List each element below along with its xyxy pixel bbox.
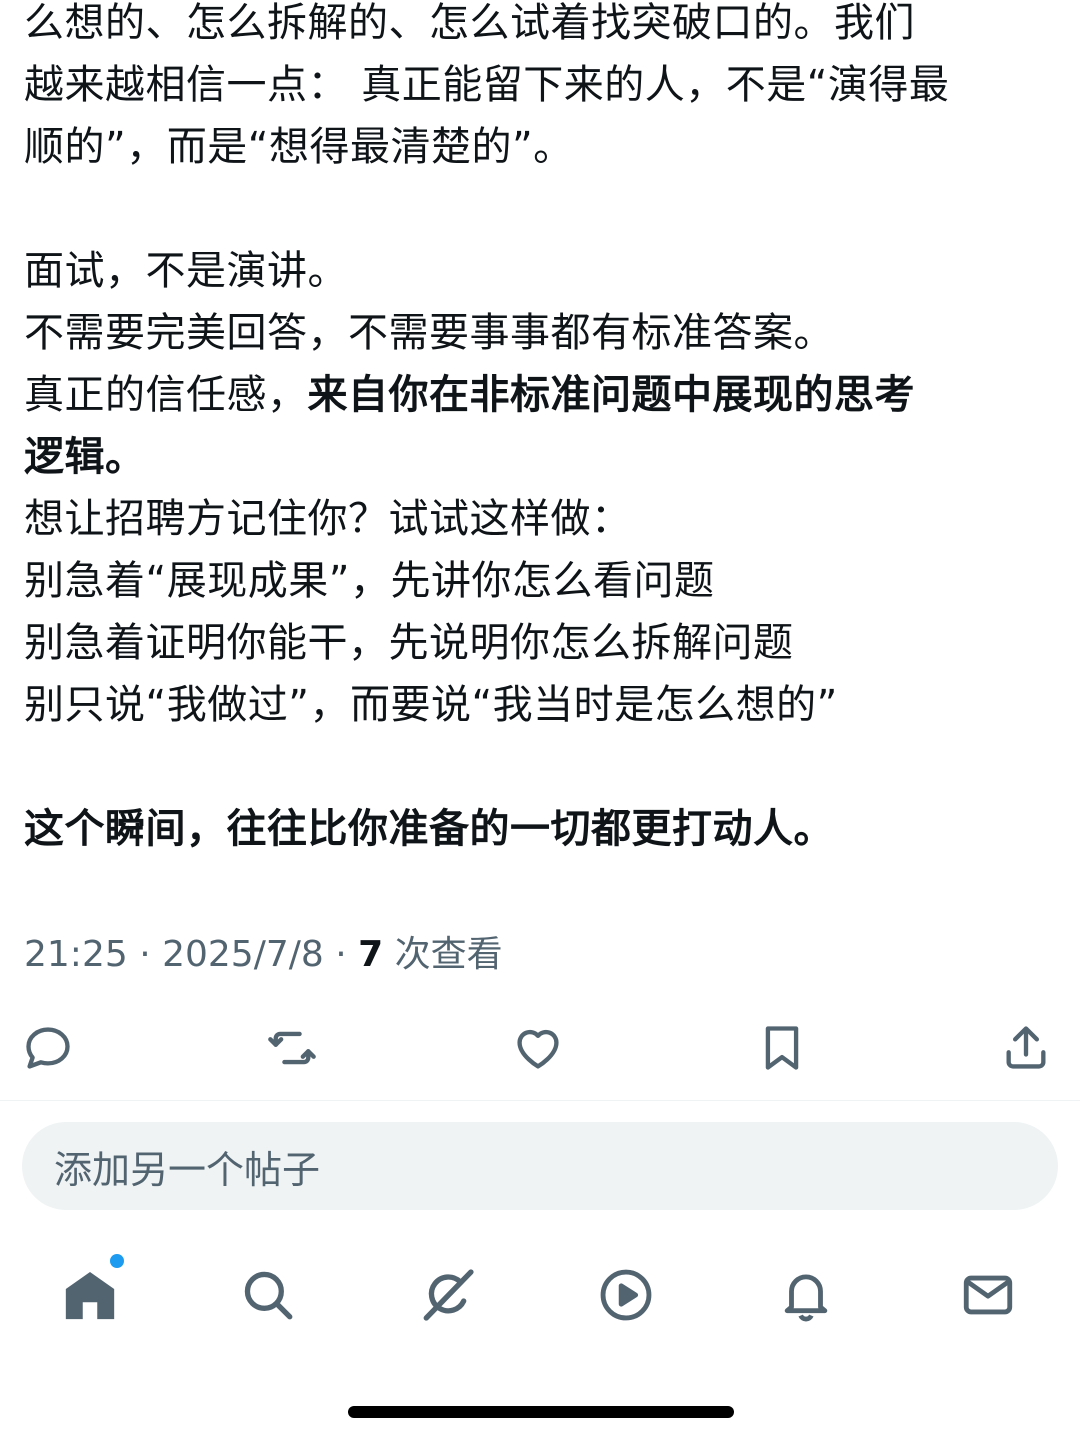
post-line-bold: 逻辑。 xyxy=(24,434,146,480)
post-text: 么想的、怎么拆解的、怎么试着找突破口的。我们 越来越相信一点： 真正能留下来的人… xyxy=(24,0,1064,860)
meta-separator: · xyxy=(127,934,163,975)
post-line-bold: 这个瞬间，往往比你准备的一切都更打动人。 xyxy=(24,806,834,852)
post-line: 别只说“我做过”，而要说“我当时是怎么想的” xyxy=(24,682,838,728)
post-meta: 21:25 · 2025/7/8 · 7 次查看 xyxy=(24,930,503,980)
post-line: 越来越相信一点： 真正能留下来的人，不是“演得最 xyxy=(24,62,950,108)
tab-notifications[interactable] xyxy=(766,1250,846,1340)
views-label[interactable]: 次查看 xyxy=(383,934,503,975)
post-line-bold: 来自你在非标准问题中展现的思考 xyxy=(307,372,915,418)
reply-icon xyxy=(26,1027,70,1069)
post-line-regular: 真正的信任感， xyxy=(24,372,308,418)
heart-icon xyxy=(517,1029,559,1069)
tab-video[interactable] xyxy=(586,1250,666,1340)
bottom-tab-bar xyxy=(0,1250,1080,1340)
notification-dot xyxy=(110,1254,124,1268)
post-time: 21:25 xyxy=(24,934,128,975)
tab-grok[interactable] xyxy=(408,1250,488,1340)
play-icon xyxy=(600,1269,652,1321)
post-line: 顺的”，而是“想得最清楚的”。 xyxy=(24,124,574,170)
repost-icon xyxy=(268,1031,316,1065)
share-icon xyxy=(1006,1026,1046,1069)
post-line: 别急着“展现成果”，先讲你怎么看问题 xyxy=(24,558,715,604)
post-line: 想让招聘方记住你？试试这样做： xyxy=(24,496,632,542)
add-post-placeholder: 添加另一个帖子 xyxy=(54,1147,321,1192)
post-action-bar xyxy=(0,1018,1080,1078)
home-indicator xyxy=(348,1406,734,1418)
post-line: 面试，不是演讲。 xyxy=(24,248,348,294)
mail-icon xyxy=(963,1275,1013,1315)
meta-separator: · xyxy=(323,934,359,975)
bookmark-button[interactable] xyxy=(754,1018,810,1078)
repost-button[interactable] xyxy=(264,1018,320,1078)
tab-home[interactable] xyxy=(50,1250,130,1340)
views-count[interactable]: 7 xyxy=(358,934,383,975)
divider xyxy=(0,1100,1080,1101)
tab-messages[interactable] xyxy=(948,1250,1028,1340)
search-icon xyxy=(244,1271,293,1320)
post-line: 么想的、怎么拆解的、怎么试着找突破口的。我们 xyxy=(24,0,915,46)
bell-icon xyxy=(784,1274,828,1322)
home-icon xyxy=(65,1272,115,1320)
reply-button[interactable] xyxy=(20,1018,76,1078)
add-post-input[interactable]: 添加另一个帖子 xyxy=(22,1122,1058,1210)
post-line: 真正的信任感，来自你在非标准问题中展现的思考 xyxy=(24,364,1064,426)
like-button[interactable] xyxy=(510,1018,566,1078)
grok-icon xyxy=(423,1269,474,1321)
share-button[interactable] xyxy=(998,1018,1054,1078)
post-line: 别急着证明你能干，先说明你怎么拆解问题 xyxy=(24,620,794,666)
bookmark-icon xyxy=(765,1026,799,1070)
post-date: 2025/7/8 xyxy=(162,934,324,975)
tab-search[interactable] xyxy=(228,1250,308,1340)
post-line: 不需要完美回答，不需要事事都有标准答案。 xyxy=(24,310,834,356)
